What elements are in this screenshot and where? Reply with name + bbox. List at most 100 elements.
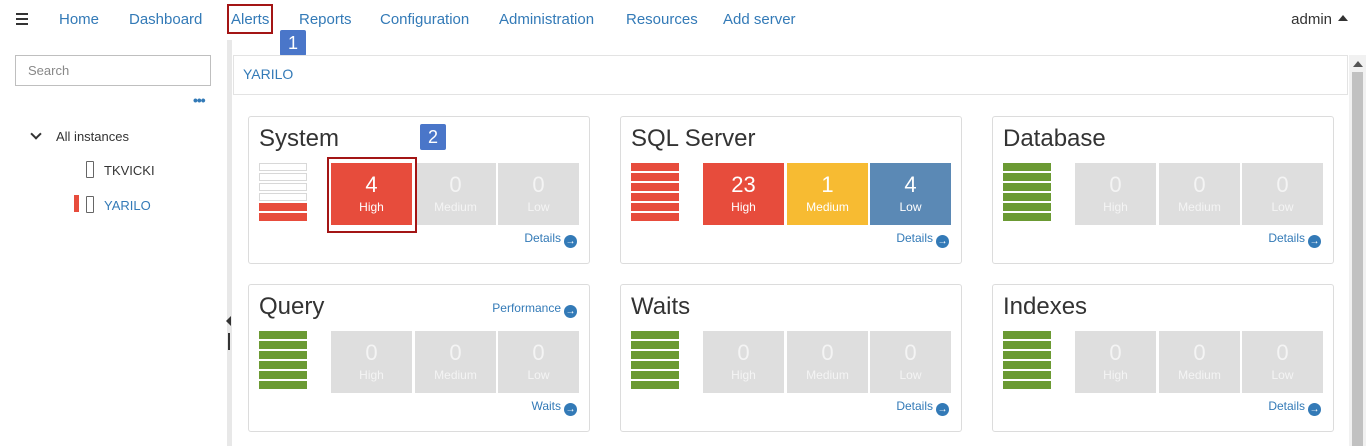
card-title: Waits (631, 293, 691, 320)
high-count-tile[interactable]: 0 High (1075, 331, 1156, 393)
meter-segment (259, 163, 307, 171)
waits-link[interactable]: Waits → (531, 399, 577, 416)
collapse-arrow-icon[interactable] (226, 316, 231, 326)
low-count-tile[interactable]: 0 Low (870, 331, 951, 393)
link-label: Details (1268, 399, 1305, 413)
tile-count: 0 (1109, 340, 1122, 365)
tile-count: 0 (1193, 172, 1206, 197)
tile-label: Medium (806, 200, 849, 214)
callout-1: 1 (280, 30, 306, 56)
tile-count: 0 (737, 340, 750, 365)
arrow-right-circle-icon: → (936, 403, 949, 416)
tile-label: Low (899, 368, 922, 382)
details-link[interactable]: Details → (896, 231, 949, 248)
scroll-up-icon[interactable] (1353, 61, 1363, 67)
nav-add-server[interactable]: Add server (723, 11, 796, 28)
breadcrumb[interactable]: YARILO (243, 66, 293, 82)
meter-segment (1003, 173, 1051, 181)
tree-item-label: YARILO (104, 198, 151, 213)
tree-all-instances[interactable]: All instances (30, 128, 129, 144)
high-tile-highlight-box (327, 157, 417, 233)
high-count-tile[interactable]: 0 High (331, 331, 412, 393)
link-label: Details (896, 399, 933, 413)
menu-icon[interactable] (16, 13, 28, 25)
meter-segment (631, 173, 679, 181)
meter-segment (1003, 203, 1051, 211)
scroll-thumb[interactable] (1352, 72, 1363, 446)
tile-label: Low (1271, 200, 1294, 214)
arrow-right-circle-icon: → (1308, 403, 1321, 416)
severity-meter (259, 331, 307, 391)
card-system: System 4 High 0 Medium 0 Low 2 Details → (248, 116, 590, 264)
splitter-handle[interactable] (228, 333, 230, 350)
meter-segment (1003, 163, 1051, 171)
nav-resources[interactable]: Resources (626, 11, 698, 28)
meter-segment (259, 331, 307, 339)
high-count-tile[interactable]: 0 High (703, 331, 784, 393)
sidebar-splitter[interactable] (227, 40, 232, 446)
card-indexes: Indexes 0 High 0 Medium 0 Low Details → (992, 284, 1334, 432)
tree-item-tkvicki[interactable]: TKVICKI (86, 161, 155, 178)
link-label: Details (896, 231, 933, 245)
meter-segment (259, 183, 307, 191)
meter-segment (631, 381, 679, 389)
nav-dashboard[interactable]: Dashboard (129, 11, 202, 28)
meter-segment (1003, 381, 1051, 389)
more-options-icon[interactable]: ••• (193, 92, 206, 108)
low-count-tile[interactable]: 4 Low (870, 163, 951, 225)
medium-count-tile[interactable]: 0 Medium (1159, 331, 1240, 393)
details-link[interactable]: Details → (1268, 231, 1321, 248)
high-count-tile[interactable]: 23 High (703, 163, 784, 225)
low-count-tile[interactable]: 0 Low (1242, 331, 1323, 393)
medium-count-tile[interactable]: 0 Medium (787, 331, 868, 393)
card-title: Database (1003, 125, 1106, 152)
meter-segment (1003, 331, 1051, 339)
meter-segment (259, 361, 307, 369)
arrow-right-circle-icon: → (1308, 235, 1321, 248)
callout-2: 2 (420, 124, 446, 150)
low-count-tile[interactable]: 0 Low (1242, 163, 1323, 225)
meter-segment (631, 371, 679, 379)
chevron-down-icon[interactable] (30, 128, 42, 140)
tile-count: 4 (904, 172, 917, 197)
card-title: System (259, 125, 340, 152)
tile-label: Medium (434, 368, 477, 382)
high-count-tile[interactable]: 0 High (1075, 163, 1156, 225)
tile-count: 0 (532, 340, 545, 365)
medium-count-tile[interactable]: 0 Medium (415, 163, 496, 225)
search-input[interactable] (15, 55, 211, 86)
tile-label: Medium (434, 200, 477, 214)
arrow-right-circle-icon: → (936, 235, 949, 248)
link-label: Details (1268, 231, 1305, 245)
card-sql-server: SQL Server 23 High 1 Medium 4 Low Details → (620, 116, 962, 264)
meter-segment (259, 203, 307, 211)
details-link[interactable]: Details → (524, 231, 577, 248)
card-title: SQL Server (631, 125, 756, 152)
low-count-tile[interactable]: 0 Low (498, 331, 579, 393)
medium-count-tile[interactable]: 1 Medium (787, 163, 868, 225)
details-link[interactable]: Details → (896, 399, 949, 416)
meter-segment (631, 331, 679, 339)
card-query: Query Performance → 0 High 0 Medium 0 Low Wa… (248, 284, 590, 432)
server-icon (86, 161, 94, 178)
tile-label: Medium (806, 368, 849, 382)
selected-status-bar (74, 195, 79, 212)
nav-reports[interactable]: Reports (299, 11, 352, 28)
nav-configuration[interactable]: Configuration (380, 11, 469, 28)
performance-link[interactable]: Performance → (492, 301, 577, 318)
user-menu[interactable]: admin (1291, 11, 1348, 28)
tile-label: High (1103, 368, 1128, 382)
meter-segment (1003, 371, 1051, 379)
meter-segment (631, 351, 679, 359)
tree-item-yarilo[interactable]: YARILO (86, 196, 151, 213)
medium-count-tile[interactable]: 0 Medium (415, 331, 496, 393)
nav-administration[interactable]: Administration (499, 11, 594, 28)
tile-count: 0 (1109, 172, 1122, 197)
vertical-scrollbar[interactable] (1349, 55, 1366, 446)
nav-home[interactable]: Home (59, 11, 99, 28)
meter-segment (1003, 361, 1051, 369)
details-link[interactable]: Details → (1268, 399, 1321, 416)
breadcrumb-bar: YARILO (233, 55, 1348, 95)
low-count-tile[interactable]: 0 Low (498, 163, 579, 225)
medium-count-tile[interactable]: 0 Medium (1159, 163, 1240, 225)
